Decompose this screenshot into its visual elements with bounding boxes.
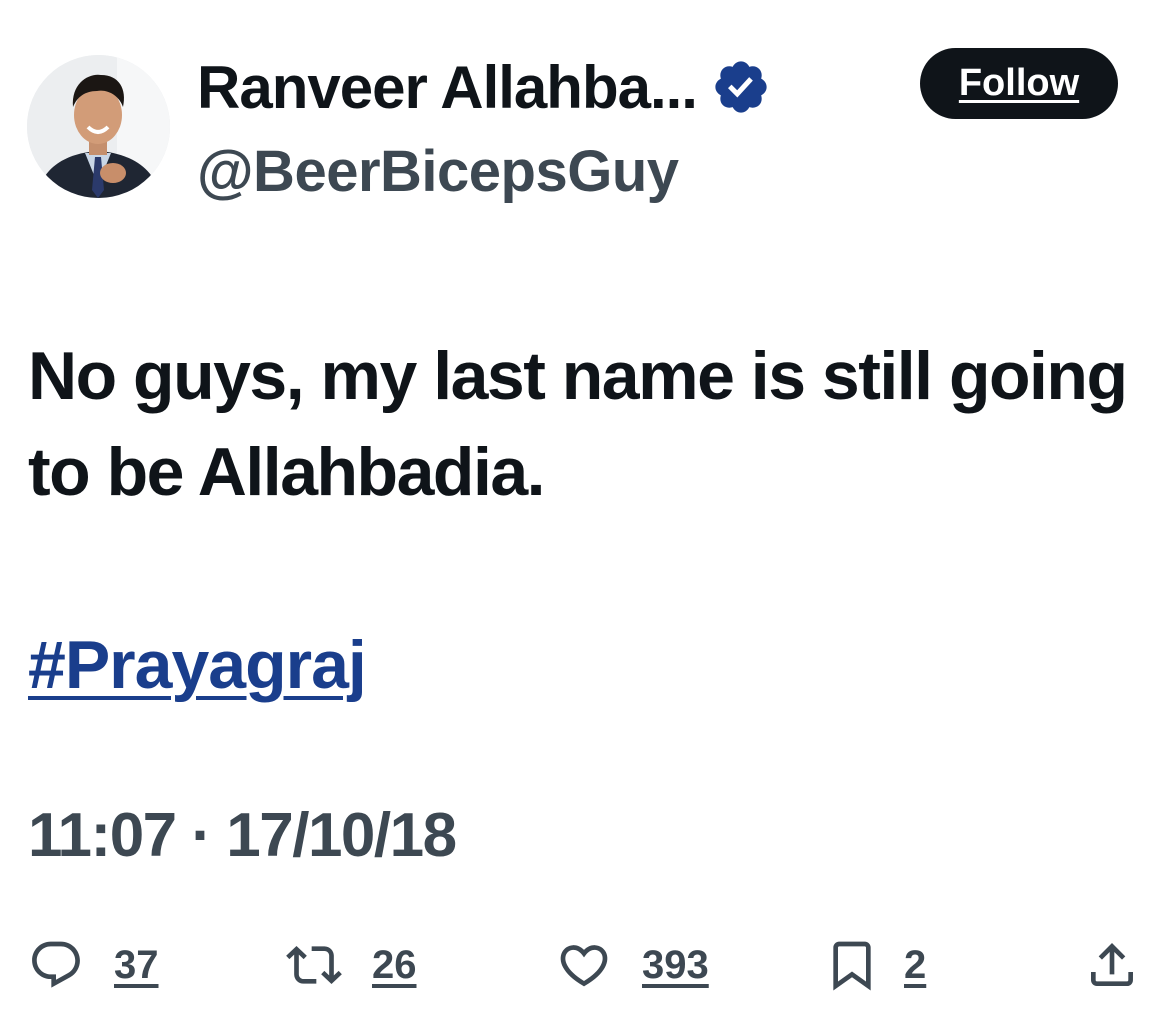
hashtag-link[interactable]: #Prayagraj (28, 620, 367, 710)
heart-icon (556, 937, 612, 993)
tweet-card: Ranveer Allahba... @BeerBicepsGuy Follow… (0, 0, 1170, 1025)
tweet-timestamp[interactable]: 11:07 · 17/10/18 (28, 800, 457, 871)
bookmark-icon (824, 937, 880, 993)
reply-icon (28, 937, 84, 993)
author-handle[interactable]: @BeerBicepsGuy (197, 138, 679, 205)
retweet-button[interactable]: 26 (286, 930, 417, 1000)
bookmark-button[interactable]: 2 (824, 930, 926, 1000)
avatar-image (27, 55, 170, 198)
reply-count: 37 (114, 942, 159, 987)
like-button[interactable]: 393 (556, 930, 709, 1000)
author-display-name[interactable]: Ranveer Allahba... (197, 53, 698, 122)
author-name-row[interactable]: Ranveer Allahba... (197, 52, 771, 122)
tweet-action-bar: 37 26 393 2 (0, 930, 1170, 1000)
retweet-icon (286, 937, 342, 993)
avatar[interactable] (27, 55, 170, 198)
share-icon (1084, 937, 1140, 993)
follow-button[interactable]: Follow (920, 48, 1118, 119)
like-count: 393 (642, 942, 709, 987)
share-button[interactable] (1084, 930, 1140, 1000)
tweet-text: No guys, my last name is still going to … (28, 338, 1128, 510)
bookmark-count: 2 (904, 942, 927, 987)
retweet-count: 26 (372, 942, 417, 987)
reply-button[interactable]: 37 (28, 930, 159, 1000)
verified-badge-icon (711, 57, 771, 117)
